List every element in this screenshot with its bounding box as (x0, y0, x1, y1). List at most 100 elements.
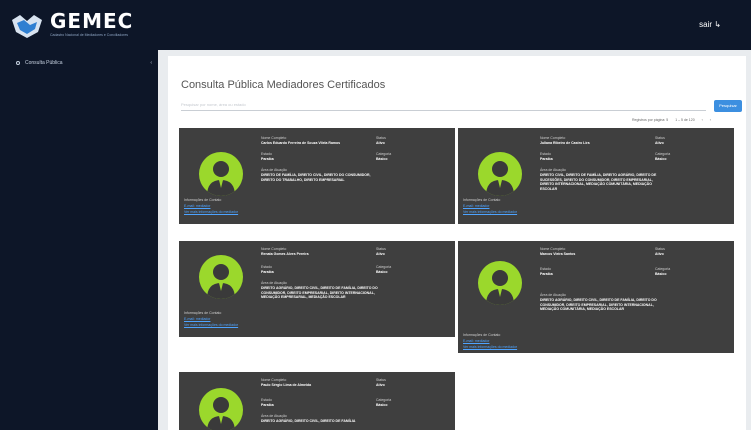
name-label: Nome Completo (261, 136, 287, 140)
state-label: Estado (261, 398, 272, 402)
areas-value: DIREITO DE FAMÍLIA, DIREITO CIVIL, DIREI… (261, 173, 371, 182)
areas-value: DIREITO CIVIL, DIREITO DE FAMÍLIA, DIREI… (540, 173, 657, 191)
email-link[interactable]: E-mail: mediador (184, 317, 210, 321)
state-value: Paraíba (261, 157, 274, 161)
areas-value: DIREITO AGRÁRIO, DIREITO CIVIL, DIREITO … (540, 298, 657, 311)
state-label: Estado (540, 152, 551, 156)
avatar (199, 388, 243, 430)
email-link[interactable]: E-mail: mediador (463, 204, 489, 208)
mediator-name: Paulo Sérgio Lima de Almeida (261, 383, 312, 387)
name-label: Nome Completo (261, 378, 287, 382)
prev-page-button[interactable]: ‹ (702, 118, 703, 122)
mediator-card: Nome Completo Paulo Sérgio Lima de Almei… (179, 372, 455, 430)
logo-subtitle: Cadastro Nacional de Mediadores e Concil… (50, 33, 129, 37)
category-value: Básico (376, 403, 388, 407)
status-value: Ativo (655, 141, 664, 145)
areas-label: Área de Atuação (261, 281, 287, 285)
state-label: Estado (540, 267, 551, 271)
email-link[interactable]: E-mail: mediador (463, 339, 489, 343)
state-label: Estado (261, 152, 272, 156)
category-value: Básico (655, 157, 667, 161)
sidebar: Consulta Pública ‹ (0, 50, 158, 430)
page-title: Consulta Pública Mediadores Certificados (181, 79, 386, 91)
category-label: Categoria (376, 398, 392, 402)
areas-label: Área de Atuação (540, 168, 566, 172)
areas-label: Área de Atuação (261, 414, 287, 418)
state-label: Estado (261, 265, 272, 269)
avatar (199, 255, 243, 299)
user-icon (207, 161, 235, 196)
mediator-card: Nome Completo Renata Gomes Alves Pereira… (179, 241, 455, 337)
more-info-link[interactable]: Ver mais informações do mediador (463, 345, 517, 349)
more-info-link[interactable]: Ver mais informações do mediador (184, 323, 238, 327)
mediator-card: Nome Completo Marcos Vieira Santos Statu… (458, 241, 734, 353)
contact-info-label: Informações de Contato (463, 198, 501, 202)
more-info-link[interactable]: Ver mais informações do mediador (184, 210, 238, 214)
search-placeholder: Pesquisar por nome, área ou estado (181, 102, 246, 107)
mediator-card: Nome Completo Carlos Eduardo Ferreira de… (179, 128, 455, 224)
avatar (478, 261, 522, 305)
mediator-name: Juliana Ribeiro de Castro Lira (540, 141, 590, 145)
name-label: Nome Completo (540, 136, 566, 140)
status-label: Status (376, 378, 386, 382)
contact-info-label: Informações de Contato (463, 333, 501, 337)
state-value: Paraíba (540, 157, 553, 161)
category-label: Categoria (655, 152, 671, 156)
status-label: Status (655, 136, 665, 140)
areas-label: Área de Atuação (540, 293, 566, 297)
areas-value: DIREITO AGRÁRIO, DIREITO CIVIL, DIREITO … (261, 419, 356, 423)
handshake-icon (12, 15, 42, 38)
user-icon (486, 161, 514, 196)
page-range: 1 – 5 de 120 (675, 118, 695, 122)
state-value: Paraíba (540, 272, 553, 276)
name-label: Nome Completo (261, 247, 287, 251)
status-label: Status (376, 247, 386, 251)
gemec-logo[interactable]: GEMEC Cadastro Nacional de Mediadores e … (10, 8, 150, 44)
mediator-card: Nome Completo Juliana Ribeiro de Castro … (458, 128, 734, 224)
status-value: Ativo (376, 383, 385, 387)
mediator-name: Carlos Eduardo Ferreira de Souza Vilela … (261, 141, 341, 145)
avatar (199, 152, 243, 196)
pagination: Registros por página: 5 1 – 5 de 120 ‹ › (632, 118, 742, 122)
status-value: Ativo (376, 252, 385, 256)
category-value: Básico (376, 270, 388, 274)
logout-link[interactable]: sair ↳ (699, 20, 721, 29)
page-size-label[interactable]: Registros por página: 5 (632, 118, 668, 122)
status-label: Status (376, 136, 386, 140)
category-value: Básico (376, 157, 388, 161)
user-icon (207, 397, 235, 430)
chevron-left-icon[interactable]: ‹ (150, 60, 152, 66)
logout-label: sair (699, 20, 713, 29)
mediator-name: Marcos Vieira Santos (540, 252, 576, 256)
category-label: Categoria (376, 152, 392, 156)
user-icon (207, 264, 235, 299)
search-input[interactable]: Pesquisar por nome, área ou estado (181, 101, 706, 111)
sidebar-item-label: Consulta Pública (25, 60, 63, 66)
status-value: Ativo (376, 141, 385, 145)
main-content: Consulta Pública Mediadores Certificados… (158, 50, 751, 430)
contact-info-label: Informações de Contato (184, 198, 222, 202)
category-value: Básico (655, 272, 667, 276)
areas-value: DIREITO AGRÁRIO, DIREITO CIVIL, DIREITO … (261, 286, 378, 299)
logout-icon: ↳ (714, 20, 721, 29)
contact-info-label: Informações de Contato (184, 311, 222, 315)
sidebar-item-consulta-publica[interactable]: Consulta Pública (16, 60, 63, 66)
avatar (478, 152, 522, 196)
logo-text: GEMEC (50, 9, 134, 33)
areas-label: Área de Atuação (261, 168, 287, 172)
next-page-button[interactable]: › (710, 118, 711, 122)
circle-icon (16, 60, 20, 65)
more-info-link[interactable]: Ver mais informações do mediador (463, 210, 517, 214)
name-label: Nome Completo (540, 247, 566, 251)
category-label: Categoria (655, 267, 671, 271)
category-label: Categoria (376, 265, 392, 269)
results-panel: Consulta Pública Mediadores Certificados… (168, 56, 746, 430)
state-value: Paraíba (261, 270, 274, 274)
status-label: Status (655, 247, 665, 251)
status-value: Ativo (655, 252, 664, 256)
mediator-name: Renata Gomes Alves Pereira (261, 252, 309, 256)
top-bar: GEMEC Cadastro Nacional de Mediadores e … (0, 0, 751, 50)
email-link[interactable]: E-mail: mediador (184, 204, 210, 208)
state-value: Paraíba (261, 403, 274, 407)
search-button[interactable]: Pesquisar (714, 100, 742, 112)
